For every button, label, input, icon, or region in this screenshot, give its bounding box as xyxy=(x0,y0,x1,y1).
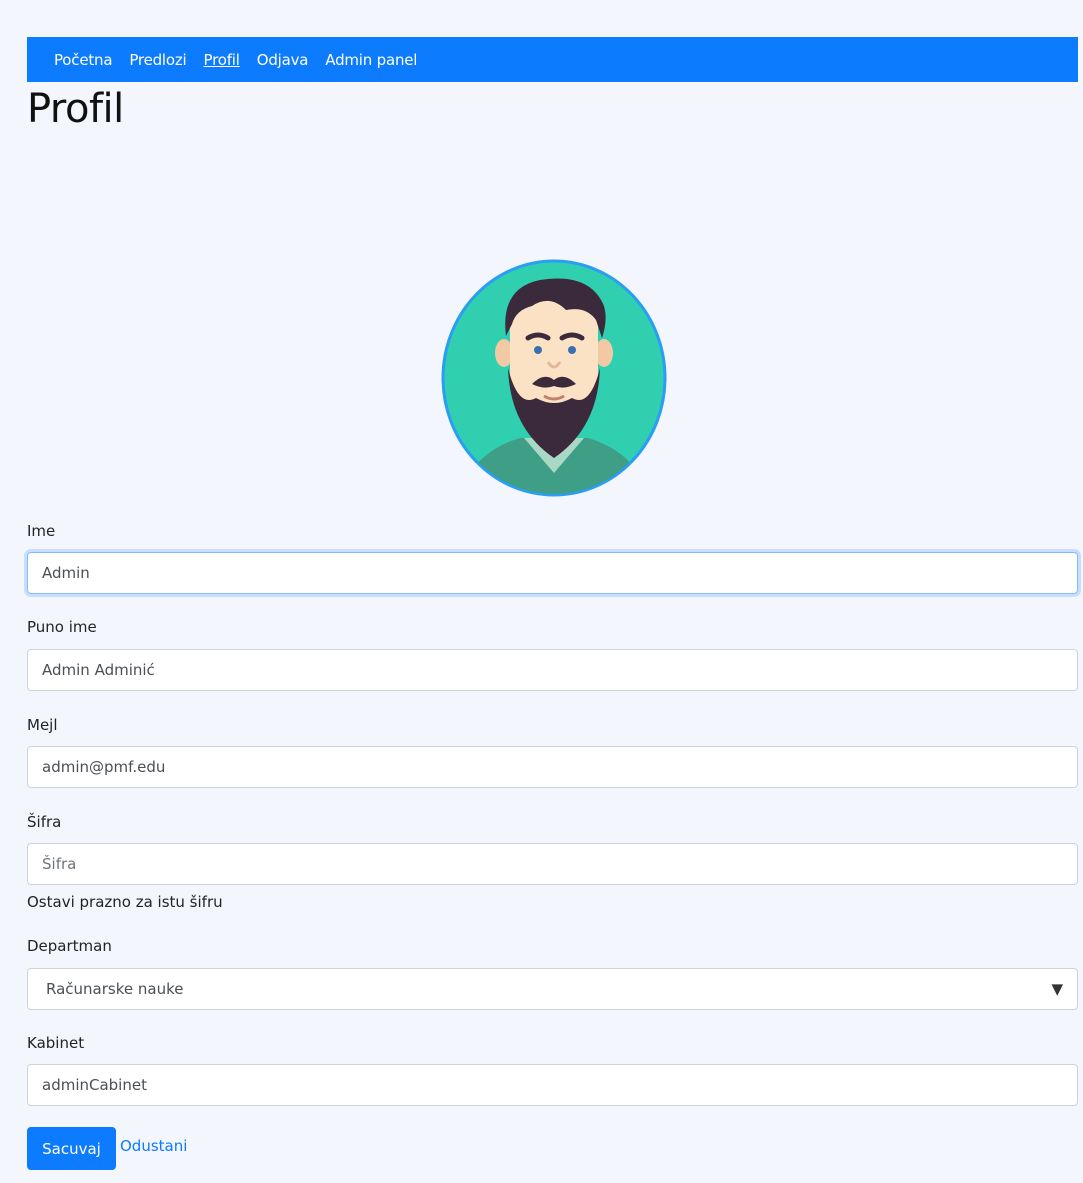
department-select[interactable]: Računarske nauke ▼ xyxy=(27,968,1078,1010)
nav-link-admin-panel[interactable]: Admin panel xyxy=(325,51,417,69)
email-input[interactable] xyxy=(27,746,1078,788)
full-name-input[interactable] xyxy=(27,649,1078,691)
password-input[interactable] xyxy=(27,843,1078,885)
page-title: Profil xyxy=(27,86,124,132)
full-name-label: Puno ime xyxy=(27,618,97,636)
name-label: Ime xyxy=(27,522,56,540)
save-button[interactable]: Sacuvaj xyxy=(27,1127,116,1170)
department-selected-value: Računarske nauke xyxy=(46,980,184,998)
navbar: Početna Predlozi Profil Odjava Admin pan… xyxy=(27,37,1078,82)
department-label: Departman xyxy=(27,937,112,955)
password-help-text: Ostavi prazno za istu šifru xyxy=(27,893,223,911)
user-avatar-icon xyxy=(441,259,667,497)
email-label: Mejl xyxy=(27,716,58,734)
nav-link-home[interactable]: Početna xyxy=(54,51,113,69)
avatar xyxy=(440,258,668,498)
password-label: Šifra xyxy=(27,813,62,831)
nav-link-logout[interactable]: Odjava xyxy=(257,51,309,69)
nav-link-proposals[interactable]: Predlozi xyxy=(129,51,186,69)
nav-link-profile[interactable]: Profil xyxy=(204,51,240,69)
office-label: Kabinet xyxy=(27,1034,85,1052)
cancel-link[interactable]: Odustani xyxy=(120,1137,187,1155)
caret-down-icon: ▼ xyxy=(1051,980,1063,998)
name-input[interactable] xyxy=(27,552,1078,594)
office-input[interactable] xyxy=(27,1064,1078,1106)
